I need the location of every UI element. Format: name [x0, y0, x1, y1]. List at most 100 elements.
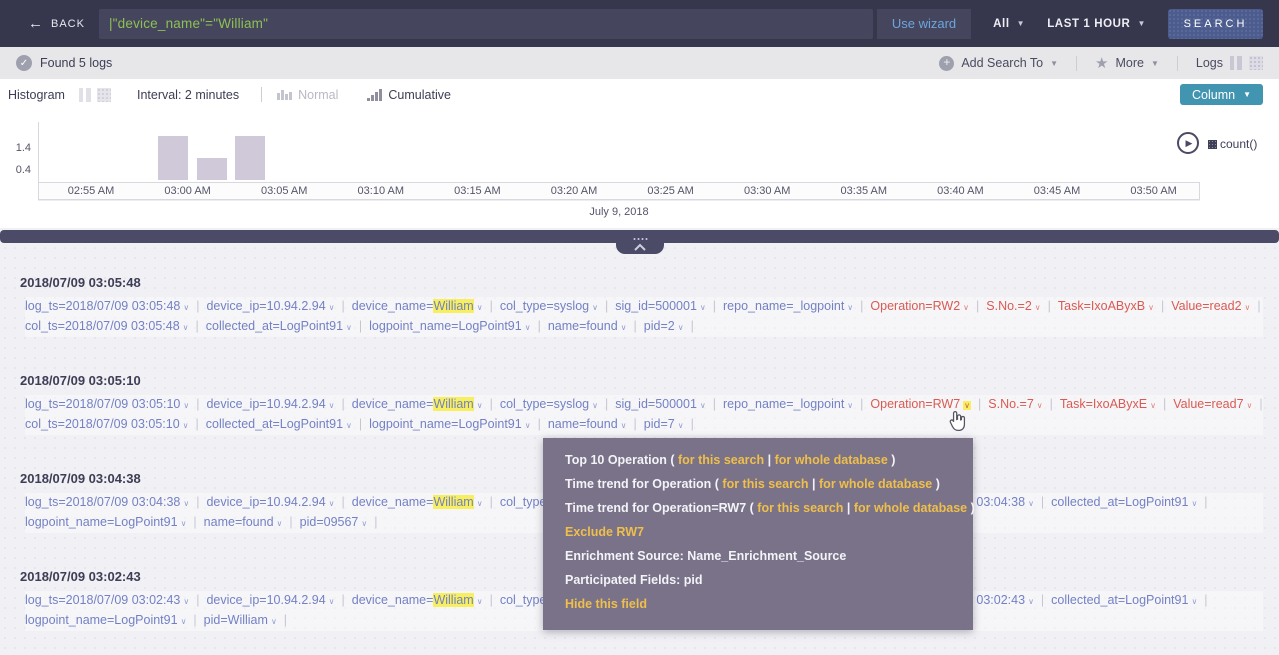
log-field[interactable]: logpoint_name=LogPoint91∨ — [25, 515, 186, 529]
context-menu-item[interactable]: Time trend for Operation ( for this sear… — [565, 472, 973, 496]
chart-type-grid-icon[interactable] — [97, 88, 111, 102]
field-dropdown-chevron[interactable]: ∨ — [678, 323, 684, 332]
cumulative-toggle[interactable]: Cumulative — [366, 88, 451, 102]
log-field[interactable]: log_ts=2018/07/09 03:05:48∨ — [25, 299, 189, 313]
field-dropdown-chevron[interactable]: ∨ — [700, 303, 706, 312]
field-dropdown-chevron[interactable]: ∨ — [183, 499, 189, 508]
field-dropdown-chevron[interactable]: ∨ — [963, 401, 971, 410]
log-field[interactable]: logpoint_name=LogPoint91∨ — [25, 613, 186, 627]
log-field[interactable]: Value=read7∨ — [1173, 397, 1252, 411]
field-dropdown-chevron[interactable]: ∨ — [477, 303, 483, 312]
context-menu-link[interactable]: for whole database — [775, 453, 888, 467]
field-dropdown-chevron[interactable]: ∨ — [525, 323, 531, 332]
field-dropdown-chevron[interactable]: ∨ — [963, 303, 969, 312]
log-field[interactable]: device_ip=10.94.2.94∨ — [206, 495, 334, 509]
field-dropdown-chevron[interactable]: ∨ — [477, 401, 483, 410]
log-field[interactable]: collected_at=LogPoint91∨ — [206, 417, 352, 431]
log-field[interactable]: device_name=William∨ — [352, 593, 483, 607]
field-dropdown-chevron[interactable]: ∨ — [1191, 597, 1197, 606]
context-menu-link[interactable]: for whole database — [854, 501, 967, 515]
field-dropdown-chevron[interactable]: ∨ — [183, 421, 189, 430]
column-view-icon[interactable] — [1230, 56, 1242, 70]
add-search-to-button[interactable]: + Add Search To ▼ — [939, 56, 1058, 71]
context-menu-link[interactable]: for whole database — [819, 477, 932, 491]
field-dropdown-chevron[interactable]: ∨ — [621, 421, 627, 430]
log-field[interactable]: Value=read2∨ — [1171, 299, 1250, 313]
log-field[interactable]: pid=William∨ — [204, 613, 277, 627]
context-menu-item[interactable]: Enrichment Source: Name_Enrichment_Sourc… — [565, 544, 973, 568]
log-field[interactable]: col_type=syslog∨ — [500, 299, 598, 313]
log-field[interactable]: S.No.=7∨ — [988, 397, 1042, 411]
field-dropdown-chevron[interactable]: ∨ — [1028, 597, 1034, 606]
field-dropdown-chevron[interactable]: ∨ — [183, 323, 189, 332]
log-field[interactable]: pid=7∨ — [644, 417, 684, 431]
log-field[interactable]: pid=2∨ — [644, 319, 684, 333]
more-button[interactable]: ★ More ▼ — [1095, 54, 1159, 72]
field-dropdown-chevron[interactable]: ∨ — [1037, 401, 1043, 410]
log-field[interactable]: repo_name=_logpoint∨ — [723, 299, 853, 313]
log-field[interactable]: logpoint_name=LogPoint91∨ — [369, 417, 530, 431]
context-menu-item[interactable]: Hide this field — [565, 592, 973, 616]
use-wizard-link[interactable]: Use wizard — [877, 9, 971, 39]
field-dropdown-chevron[interactable]: ∨ — [277, 519, 283, 528]
log-field[interactable]: logpoint_name=LogPoint91∨ — [369, 319, 530, 333]
time-range-dropdown[interactable]: LAST 1 HOUR ▼ — [1047, 18, 1146, 30]
field-dropdown-chevron[interactable]: ∨ — [1245, 303, 1251, 312]
log-field[interactable]: Operation=RW2∨ — [870, 299, 969, 313]
log-field[interactable]: col_type=syslog∨ — [500, 397, 598, 411]
log-field[interactable]: device_name=William∨ — [352, 495, 483, 509]
log-field[interactable]: name=found∨ — [204, 515, 283, 529]
field-dropdown-chevron[interactable]: ∨ — [621, 323, 627, 332]
field-dropdown-chevron[interactable]: ∨ — [477, 499, 483, 508]
log-field[interactable]: device_ip=10.94.2.94∨ — [206, 397, 334, 411]
field-dropdown-chevron[interactable]: ∨ — [181, 519, 187, 528]
field-dropdown-chevron[interactable]: ∨ — [361, 519, 367, 528]
log-field[interactable]: sig_id=500001∨ — [615, 397, 706, 411]
field-dropdown-chevron[interactable]: ∨ — [592, 401, 598, 410]
field-dropdown-chevron[interactable]: ∨ — [525, 421, 531, 430]
log-field[interactable]: col_ts=2018/07/09 03:05:48∨ — [25, 319, 189, 333]
grid-view-icon[interactable] — [1249, 56, 1263, 70]
log-field[interactable]: name=found∨ — [548, 319, 627, 333]
field-dropdown-chevron[interactable]: ∨ — [1191, 499, 1197, 508]
field-dropdown-chevron[interactable]: ∨ — [329, 597, 335, 606]
field-dropdown-chevron[interactable]: ∨ — [477, 597, 483, 606]
play-button[interactable]: ▶ — [1177, 132, 1199, 154]
field-dropdown-chevron[interactable]: ∨ — [346, 323, 352, 332]
context-menu-link[interactable]: for this search — [678, 453, 764, 467]
log-field[interactable]: S.No.=2∨ — [986, 299, 1040, 313]
field-dropdown-chevron[interactable]: ∨ — [1148, 303, 1154, 312]
chart-type-bars-icon[interactable] — [79, 88, 91, 102]
log-field[interactable]: pid=09567∨ — [300, 515, 368, 529]
histogram-bar[interactable] — [197, 158, 227, 180]
log-field[interactable]: col_ts=2018/07/09 03:05:10∨ — [25, 417, 189, 431]
context-menu-item[interactable]: Participated Fields: pid — [565, 568, 973, 592]
log-field[interactable]: collected_at=LogPoint91∨ — [1051, 495, 1197, 509]
context-menu-link[interactable]: for this search — [722, 477, 808, 491]
field-dropdown-chevron[interactable]: ∨ — [847, 303, 853, 312]
field-dropdown-chevron[interactable]: ∨ — [592, 303, 598, 312]
field-dropdown-chevron[interactable]: ∨ — [346, 421, 352, 430]
back-button[interactable]: ← BACK — [0, 16, 99, 31]
log-field[interactable]: Task=IxoAByxE∨ — [1060, 397, 1156, 411]
field-dropdown-chevron[interactable]: ∨ — [1150, 401, 1156, 410]
log-field[interactable]: sig_id=500001∨ — [615, 299, 706, 313]
context-menu-link[interactable]: for this search — [757, 501, 843, 515]
repo-scope-dropdown[interactable]: All ▼ — [993, 18, 1025, 30]
field-dropdown-chevron[interactable]: ∨ — [1247, 401, 1253, 410]
field-dropdown-chevron[interactable]: ∨ — [329, 303, 335, 312]
log-field[interactable]: collected_at=LogPoint91∨ — [1051, 593, 1197, 607]
field-dropdown-chevron[interactable]: ∨ — [678, 421, 684, 430]
log-field[interactable]: Task=IxoAByxB∨ — [1058, 299, 1154, 313]
log-field[interactable]: device_ip=10.94.2.94∨ — [206, 299, 334, 313]
log-field[interactable]: device_ip=10.94.2.94∨ — [206, 593, 334, 607]
context-menu-item[interactable]: Top 10 Operation ( for this search | for… — [565, 448, 973, 472]
field-dropdown-chevron[interactable]: ∨ — [847, 401, 853, 410]
log-field[interactable]: repo_name=_logpoint∨ — [723, 397, 853, 411]
context-menu-item[interactable]: Exclude RW7 — [565, 520, 973, 544]
context-menu-link[interactable]: Exclude RW7 — [565, 525, 644, 539]
log-field[interactable]: log_ts=2018/07/09 03:04:38∨ — [25, 495, 189, 509]
field-dropdown-chevron[interactable]: ∨ — [1028, 499, 1034, 508]
field-dropdown-chevron[interactable]: ∨ — [181, 617, 187, 626]
search-query-input[interactable]: |"device_name"="William" — [99, 9, 873, 39]
